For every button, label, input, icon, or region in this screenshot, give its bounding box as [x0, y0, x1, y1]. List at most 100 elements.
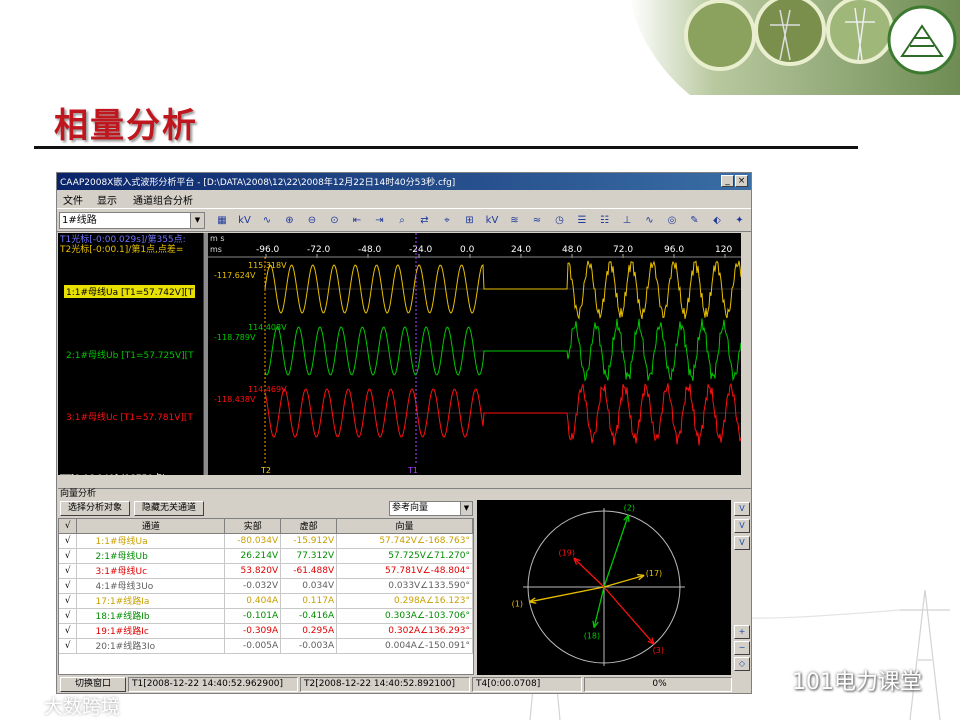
- col-imag[interactable]: 虚部: [280, 519, 338, 534]
- time-tick-label: 96.0: [664, 245, 684, 255]
- clock-icon[interactable]: ◷: [551, 213, 569, 229]
- waveform-vertical-scrollbar[interactable]: [741, 233, 751, 475]
- t2-cursor-info: T2光标[-0:00.1]/第1点,点差=: [60, 245, 184, 255]
- zoom-in-icon[interactable]: +: [734, 625, 750, 639]
- settings-icon[interactable]: ✦: [731, 213, 749, 229]
- waveform-trace: [264, 318, 741, 382]
- chevron-down-icon[interactable]: ▼: [460, 502, 472, 515]
- table-row[interactable]: √ 17:1#线路Ia 0.404A 0.117A 0.298A∠16.123°: [59, 593, 473, 609]
- title-divider: [34, 146, 858, 149]
- wechat-icon: [757, 667, 785, 688]
- channel-select[interactable]: 1#线路 ▼: [59, 212, 205, 229]
- menu-display[interactable]: 显示: [97, 192, 117, 207]
- cell-imag: -61.488V: [280, 563, 338, 579]
- list-icon[interactable]: ☰: [573, 213, 591, 229]
- cell-vector: 0.303A∠-103.706°: [336, 608, 473, 624]
- zoom-reset-icon[interactable]: ◇: [734, 657, 750, 671]
- t2-marker: T2: [260, 466, 271, 475]
- cell-real: 26.214V: [224, 548, 282, 564]
- time-tick-label: -72.0: [307, 245, 331, 255]
- status-bar: 切换窗口 T1[2008-12-22 14:40:52.962900] T2[2…: [58, 676, 751, 693]
- col-check[interactable]: √: [59, 519, 78, 534]
- col-channel[interactable]: 通道: [76, 519, 226, 534]
- table-row[interactable]: √ 2:1#母线Ub 26.214V 77.312V 57.725V∠71.270°: [59, 548, 473, 564]
- zoom-in-icon[interactable]: ⊕: [281, 213, 299, 229]
- hide-unrelated-channels-button[interactable]: 隐藏无关通道: [134, 501, 204, 516]
- table-row[interactable]: √ 3:1#母线Uc 53.820V -61.488V 57.781V∠-48.804°: [59, 563, 473, 579]
- time-tick-label: 72.0: [613, 245, 633, 255]
- tree-icon[interactable]: ⊥: [618, 213, 636, 229]
- phasor-arrow: [603, 514, 630, 588]
- search-icon[interactable]: ⌕: [393, 213, 411, 229]
- toolbar: 1#线路 ▼ ▦ kV ∿ ⊕ ⊖ ⊙ ⇤ ⇥ ⌕ ⇄ ⌖ ⊞ kV ≋ ≈ ◷ ☰ ☷ ⊥ ∿ ◎ ✎ ⬖ ✦: [57, 208, 751, 232]
- minimize-button[interactable]: _: [721, 175, 734, 187]
- cell-vector: 0.302A∠136.293°: [336, 623, 473, 639]
- move-right-icon[interactable]: ⇥: [371, 213, 389, 229]
- chevron-down-icon[interactable]: ▼: [190, 213, 204, 228]
- refresh-icon[interactable]: ◎: [663, 213, 681, 229]
- channel-label-ub[interactable]: 2:1#母线Ub [T1=57.725V][T: [66, 348, 194, 361]
- status-t4: T4[0:00.0708]: [472, 677, 582, 692]
- cell-channel: 18:1#线路Ib: [76, 608, 226, 624]
- swap-icon[interactable]: ⇄: [416, 213, 434, 229]
- time-tick-label: -24.0: [409, 245, 433, 255]
- cell-vector: 57.725V∠71.270°: [336, 548, 473, 564]
- wave-icon[interactable]: ∿: [258, 213, 276, 229]
- menu-channel-combination[interactable]: 通道组合分析: [133, 192, 193, 207]
- channel-label-uc[interactable]: 3:1#母线Uc [T1=57.781V][T: [66, 410, 193, 423]
- cell-real: 53.820V: [224, 563, 282, 579]
- col-real[interactable]: 实部: [224, 519, 282, 534]
- time-tick-label: 0.0: [460, 245, 475, 255]
- menu-bar: 文件 显示 通道组合分析: [57, 190, 751, 207]
- t1-cursor-info: T1光标[-0:00.029s]/第355点:: [60, 235, 186, 245]
- vector-view3-icon[interactable]: V: [734, 536, 750, 550]
- menu-file[interactable]: 文件: [63, 192, 83, 207]
- zoom-region-icon[interactable]: ⊞: [461, 213, 479, 229]
- channel-label-ua[interactable]: 1:1#母线Ua [T1=57.742V][T: [64, 285, 196, 298]
- kv-text-icon[interactable]: kV: [483, 213, 501, 229]
- rms-icon[interactable]: ≋: [506, 213, 524, 229]
- harmonic-icon[interactable]: ∿: [641, 213, 659, 229]
- kv-icon[interactable]: kV: [236, 213, 254, 229]
- phasor-label: (17): [646, 569, 662, 578]
- slide-title: 相量分析: [54, 106, 198, 146]
- col-vector[interactable]: 向量: [336, 519, 473, 534]
- reference-vector-select[interactable]: 参考向量 ▼: [389, 501, 473, 516]
- grid-icon[interactable]: ▦: [213, 213, 231, 229]
- channel-max-value: 114.408V: [248, 323, 287, 332]
- phasor-label: (1): [512, 599, 523, 608]
- cell-check: √: [59, 638, 78, 654]
- color-icon[interactable]: ⬖: [708, 213, 726, 229]
- find-icon[interactable]: ⌖: [438, 213, 456, 229]
- list2-icon[interactable]: ☷: [596, 213, 614, 229]
- zoom-out-icon[interactable]: −: [734, 641, 750, 655]
- channel-label-panel: T1光标[-0:00.029s]/第355点: T2光标[-0:00.1]/第1…: [58, 233, 204, 488]
- inst-icon[interactable]: ≈: [528, 213, 546, 229]
- title-bar: CAAP2008X嵌入式波形分析平台 - [D:\DATA\2008\12\22…: [57, 173, 751, 190]
- move-left-icon[interactable]: ⇤: [348, 213, 366, 229]
- phasor-label: (18): [584, 631, 600, 640]
- table-row[interactable]: √ 20:1#线路3Io -0.005A -0.003A 0.004A∠-150.091…: [59, 638, 473, 654]
- time-tick-label: 24.0: [511, 245, 531, 255]
- cell-check: √: [59, 608, 78, 624]
- zoom-out-icon[interactable]: ⊖: [303, 213, 321, 229]
- switch-window-button[interactable]: 切换窗口: [60, 677, 126, 692]
- phasor-label: (19): [559, 549, 575, 558]
- waveform-horizontal-scrollbar[interactable]: [58, 475, 751, 488]
- close-button[interactable]: ×: [735, 175, 748, 187]
- waveform-plot[interactable]: m s ms -96.0 -72.0 -48.0 -24.0 0.0 24.0 48.0 72…: [208, 233, 741, 475]
- table-row[interactable]: √ 18:1#线路Ib -0.101A -0.416A 0.303A∠-103.706°: [59, 608, 473, 624]
- table-row[interactable]: √ 1:1#母线Ua -80.034V -15.912V 57.742V∠-168.76…: [59, 533, 473, 549]
- phasor-arrow: [593, 586, 605, 628]
- vector-view2-icon[interactable]: V: [734, 519, 750, 533]
- zoom-fit-icon[interactable]: ⊙: [326, 213, 344, 229]
- cell-imag: 0.034V: [280, 578, 338, 594]
- table-row[interactable]: √ 4:1#母线3Uo -0.032V 0.034V 0.033V∠133.590°: [59, 578, 473, 594]
- table-row[interactable]: √ 19:1#线路Ic -0.309A 0.295A 0.302A∠136.293°: [59, 623, 473, 639]
- pen-icon[interactable]: ✎: [686, 213, 704, 229]
- cell-vector: 0.033V∠133.590°: [336, 578, 473, 594]
- select-analysis-object-button[interactable]: 选择分析对象: [60, 501, 130, 516]
- vector-view-icon[interactable]: V: [734, 502, 750, 516]
- channel-min-value: -118.789V: [214, 333, 256, 342]
- phasor-arrow: [573, 557, 605, 588]
